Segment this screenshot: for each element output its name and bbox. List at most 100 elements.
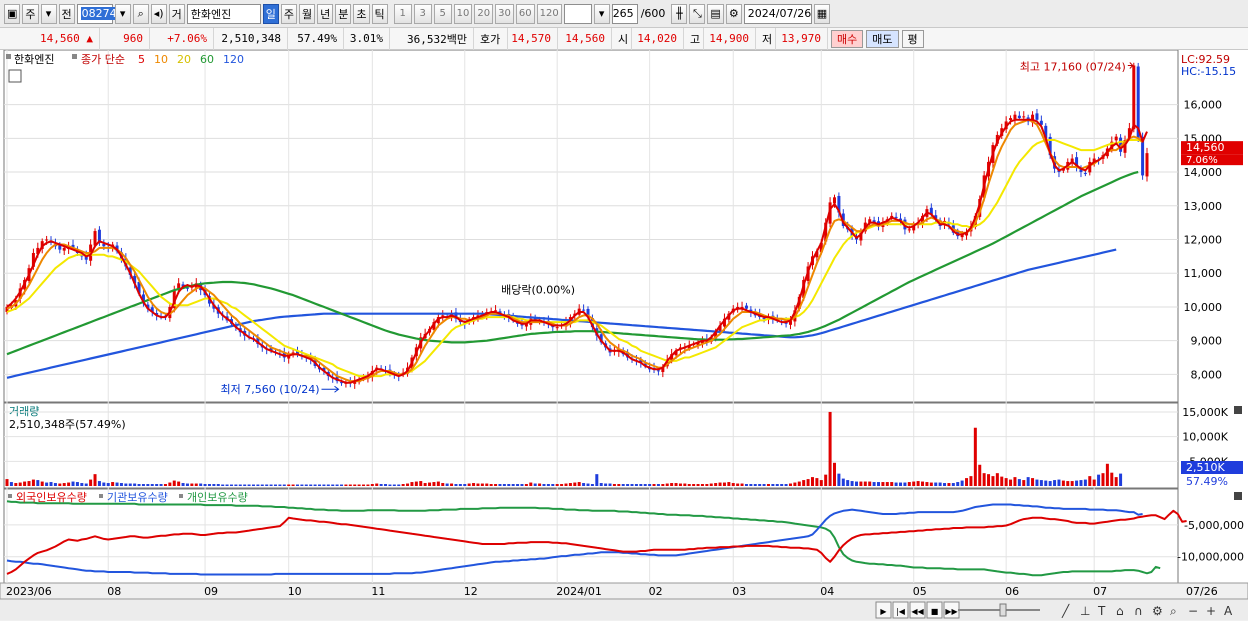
volume-bar (788, 483, 792, 486)
window-icon[interactable]: ▣ (4, 3, 21, 24)
date-input[interactable]: 2024/07/26 (743, 3, 812, 24)
volume-bar (265, 484, 269, 486)
volume-bar (480, 483, 484, 486)
period-tab[interactable]: 초 (353, 3, 370, 24)
volume-ratio: 57.49% (288, 27, 344, 50)
last-price-tag-label: 14,560 (1186, 141, 1225, 154)
period-tab[interactable]: 년 (317, 3, 334, 24)
x-axis-label: 05 (913, 585, 927, 598)
volume-bar (573, 482, 577, 486)
period-tab[interactable]: 주 (280, 3, 298, 24)
blank-dropdown-icon[interactable]: ▾ (593, 3, 610, 24)
count-input[interactable]: 265 (611, 3, 638, 24)
volume-bar (709, 483, 713, 486)
calendar-icon[interactable]: ▦ (813, 3, 831, 24)
code-dropdown-icon[interactable]: ▾ (114, 3, 131, 24)
legend-bullet-icon (72, 54, 77, 59)
volume-bar (995, 473, 999, 486)
market-select[interactable]: 주 (22, 3, 39, 24)
up-arrow-icon: ▲ (86, 32, 93, 45)
volume-bar (67, 482, 71, 486)
gear-icon[interactable]: ⚙ (725, 3, 742, 24)
toolbar: ▣ 주 ▾ 전 082740 ▾ ⌕ ◂) 거 한화엔진 일주월년분초틱 135… (0, 0, 1248, 28)
volume-bar (287, 484, 291, 486)
period-tab[interactable]: 분 (335, 3, 352, 24)
volume-bar (344, 484, 348, 486)
volume-bar (445, 483, 449, 486)
flow-panel-close-icon[interactable] (1234, 492, 1242, 500)
interval-tab[interactable]: 20 (474, 3, 494, 24)
volume-bar (1119, 473, 1123, 486)
quote-bar: 14,560 ▲ 960 +7.06% 2,510,348 57.49% 3.0… (0, 27, 1248, 50)
volume-bar (714, 483, 718, 486)
market-dropdown-icon[interactable]: ▾ (40, 3, 57, 24)
volume-tick-label: 15,000K (1182, 406, 1228, 419)
period-tab[interactable]: 일 (262, 3, 279, 24)
legend-bullet-icon (8, 494, 12, 498)
interval-tab[interactable]: 3 (413, 3, 432, 24)
zoom-slider-thumb[interactable] (999, 603, 1007, 617)
volume-bar (780, 484, 784, 486)
interval-tab[interactable]: 120 (536, 3, 562, 24)
price-tick-label: 10,000 (1184, 301, 1223, 314)
volume-bar (212, 484, 216, 486)
volume-bar (524, 484, 528, 486)
volume-bar (832, 462, 836, 486)
volume-bar (260, 484, 264, 486)
candle-type-icon[interactable]: ╫ (671, 3, 688, 24)
candle (832, 197, 836, 204)
save-icon[interactable]: ▤ (707, 3, 724, 24)
magnet-icon: ∩ (1134, 604, 1143, 618)
low-price: 13,970 (776, 27, 828, 50)
eval-button[interactable]: 평 (901, 29, 924, 48)
search-icon[interactable]: ⌕ (132, 3, 149, 24)
price-tick-label: 13,000 (1184, 200, 1223, 213)
stock-name-field[interactable]: 한화엔진 (186, 3, 261, 24)
buy-button[interactable]: 매수 (831, 29, 864, 48)
volume-bar (881, 482, 885, 486)
interval-tab[interactable]: 30 (495, 3, 514, 24)
volume-bar (850, 481, 854, 486)
volume-bar (291, 484, 295, 486)
volume-bar (568, 483, 572, 486)
volume-bar (80, 483, 84, 486)
interval-tab[interactable]: 1 (393, 3, 412, 24)
volume-bar (907, 482, 911, 486)
grid-toggle-icon[interactable] (8, 69, 22, 83)
volume-value: 2,510,348 (214, 27, 288, 50)
volume-bar (75, 482, 79, 486)
volume-bar (379, 484, 383, 486)
blank-select[interactable] (563, 3, 592, 24)
name-prefix[interactable]: 거 (168, 3, 185, 24)
interval-tab[interactable]: 60 (515, 3, 535, 24)
text-tool-icon: T (1097, 604, 1106, 618)
interval-tab[interactable]: 5 (433, 3, 452, 24)
sell-button[interactable]: 매도 (866, 29, 899, 48)
candle (1009, 118, 1013, 121)
prev-button[interactable]: 전 (58, 3, 75, 24)
turnover-rate: 3.01% (344, 27, 390, 50)
volume-bar (31, 479, 35, 486)
period-tab[interactable]: 틱 (371, 3, 388, 24)
speaker-icon[interactable]: ◂) (150, 3, 167, 24)
period-tab[interactable]: 월 (299, 3, 316, 24)
interval-tab[interactable]: 10 (453, 3, 473, 24)
candle (1141, 136, 1145, 176)
volume-bar (36, 480, 40, 486)
volume-bar (1088, 476, 1092, 486)
code-input[interactable]: 082740 (76, 3, 125, 24)
candle (1114, 136, 1118, 141)
volume-bar (560, 484, 564, 486)
volume-bar (5, 479, 9, 486)
legend-ma-label: 20 (177, 53, 191, 66)
legend-bullet-icon (99, 494, 103, 498)
stock-chart[interactable]: 16,00015,00014,00013,00012,00011,00010,0… (0, 50, 1248, 621)
volume-bar (577, 482, 581, 486)
candle (1145, 153, 1149, 177)
volume-bar (1009, 479, 1013, 486)
volume-panel-close-icon[interactable] (1234, 406, 1242, 414)
draw-tool-icon[interactable]: ⤡ (689, 3, 706, 24)
interval-tabs: 1 3 5 10 20 30 60 120 (393, 3, 562, 24)
volume-bar (586, 483, 590, 486)
volume-bar (956, 482, 960, 486)
